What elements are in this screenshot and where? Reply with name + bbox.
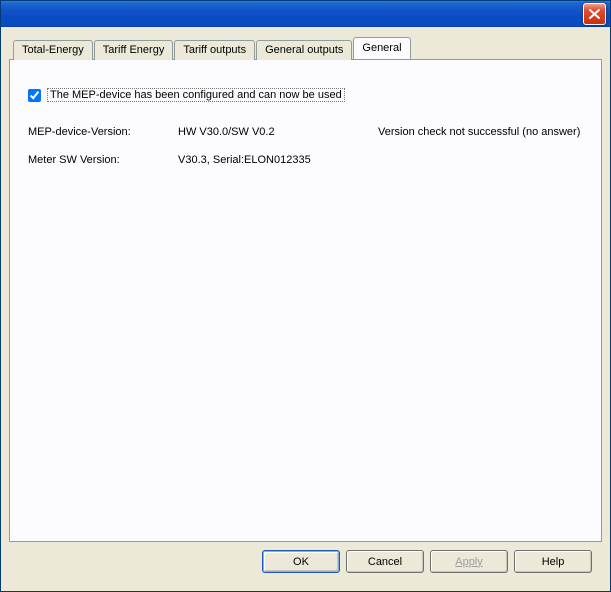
titlebar (1, 1, 610, 27)
meter-sw-row: Meter SW Version: V30.3, Serial:ELON0123… (28, 154, 583, 166)
tab-general-outputs[interactable]: General outputs (256, 40, 352, 60)
device-version-row: MEP-device-Version: HW V30.0/SW V0.2 Ver… (28, 126, 583, 138)
meter-sw-value: V30.3, Serial:ELON012335 (178, 154, 311, 166)
tab-total-energy[interactable]: Total-Energy (13, 40, 93, 60)
ok-button[interactable]: OK (262, 550, 340, 573)
help-button[interactable]: Help (514, 550, 592, 573)
tab-strip: Total-Energy Tariff Energy Tariff output… (9, 37, 602, 59)
dialog-window: Total-Energy Tariff Energy Tariff output… (0, 0, 611, 592)
cancel-button[interactable]: Cancel (346, 550, 424, 573)
button-bar: OK Cancel Apply Help (9, 542, 602, 583)
client-area: Total-Energy Tariff Energy Tariff output… (1, 27, 610, 591)
tab-tariff-outputs[interactable]: Tariff outputs (174, 40, 255, 60)
configured-label: The MEP-device has been configured and c… (47, 88, 345, 102)
apply-button[interactable]: Apply (430, 550, 508, 573)
tab-tariff-energy[interactable]: Tariff Energy (94, 40, 174, 60)
tab-general[interactable]: General (353, 37, 410, 59)
apply-button-label: Apply (455, 556, 483, 568)
tab-panel-general: The MEP-device has been configured and c… (9, 59, 602, 542)
device-version-value: HW V30.0/SW V0.2 (178, 126, 378, 138)
version-check-status: Version check not successful (no answer) (378, 126, 583, 138)
configured-checkbox[interactable] (28, 89, 41, 102)
close-icon (589, 9, 600, 19)
meter-sw-label: Meter SW Version: (28, 154, 178, 166)
configured-row: The MEP-device has been configured and c… (28, 88, 583, 102)
close-button[interactable] (583, 3, 606, 25)
device-version-label: MEP-device-Version: (28, 126, 178, 138)
